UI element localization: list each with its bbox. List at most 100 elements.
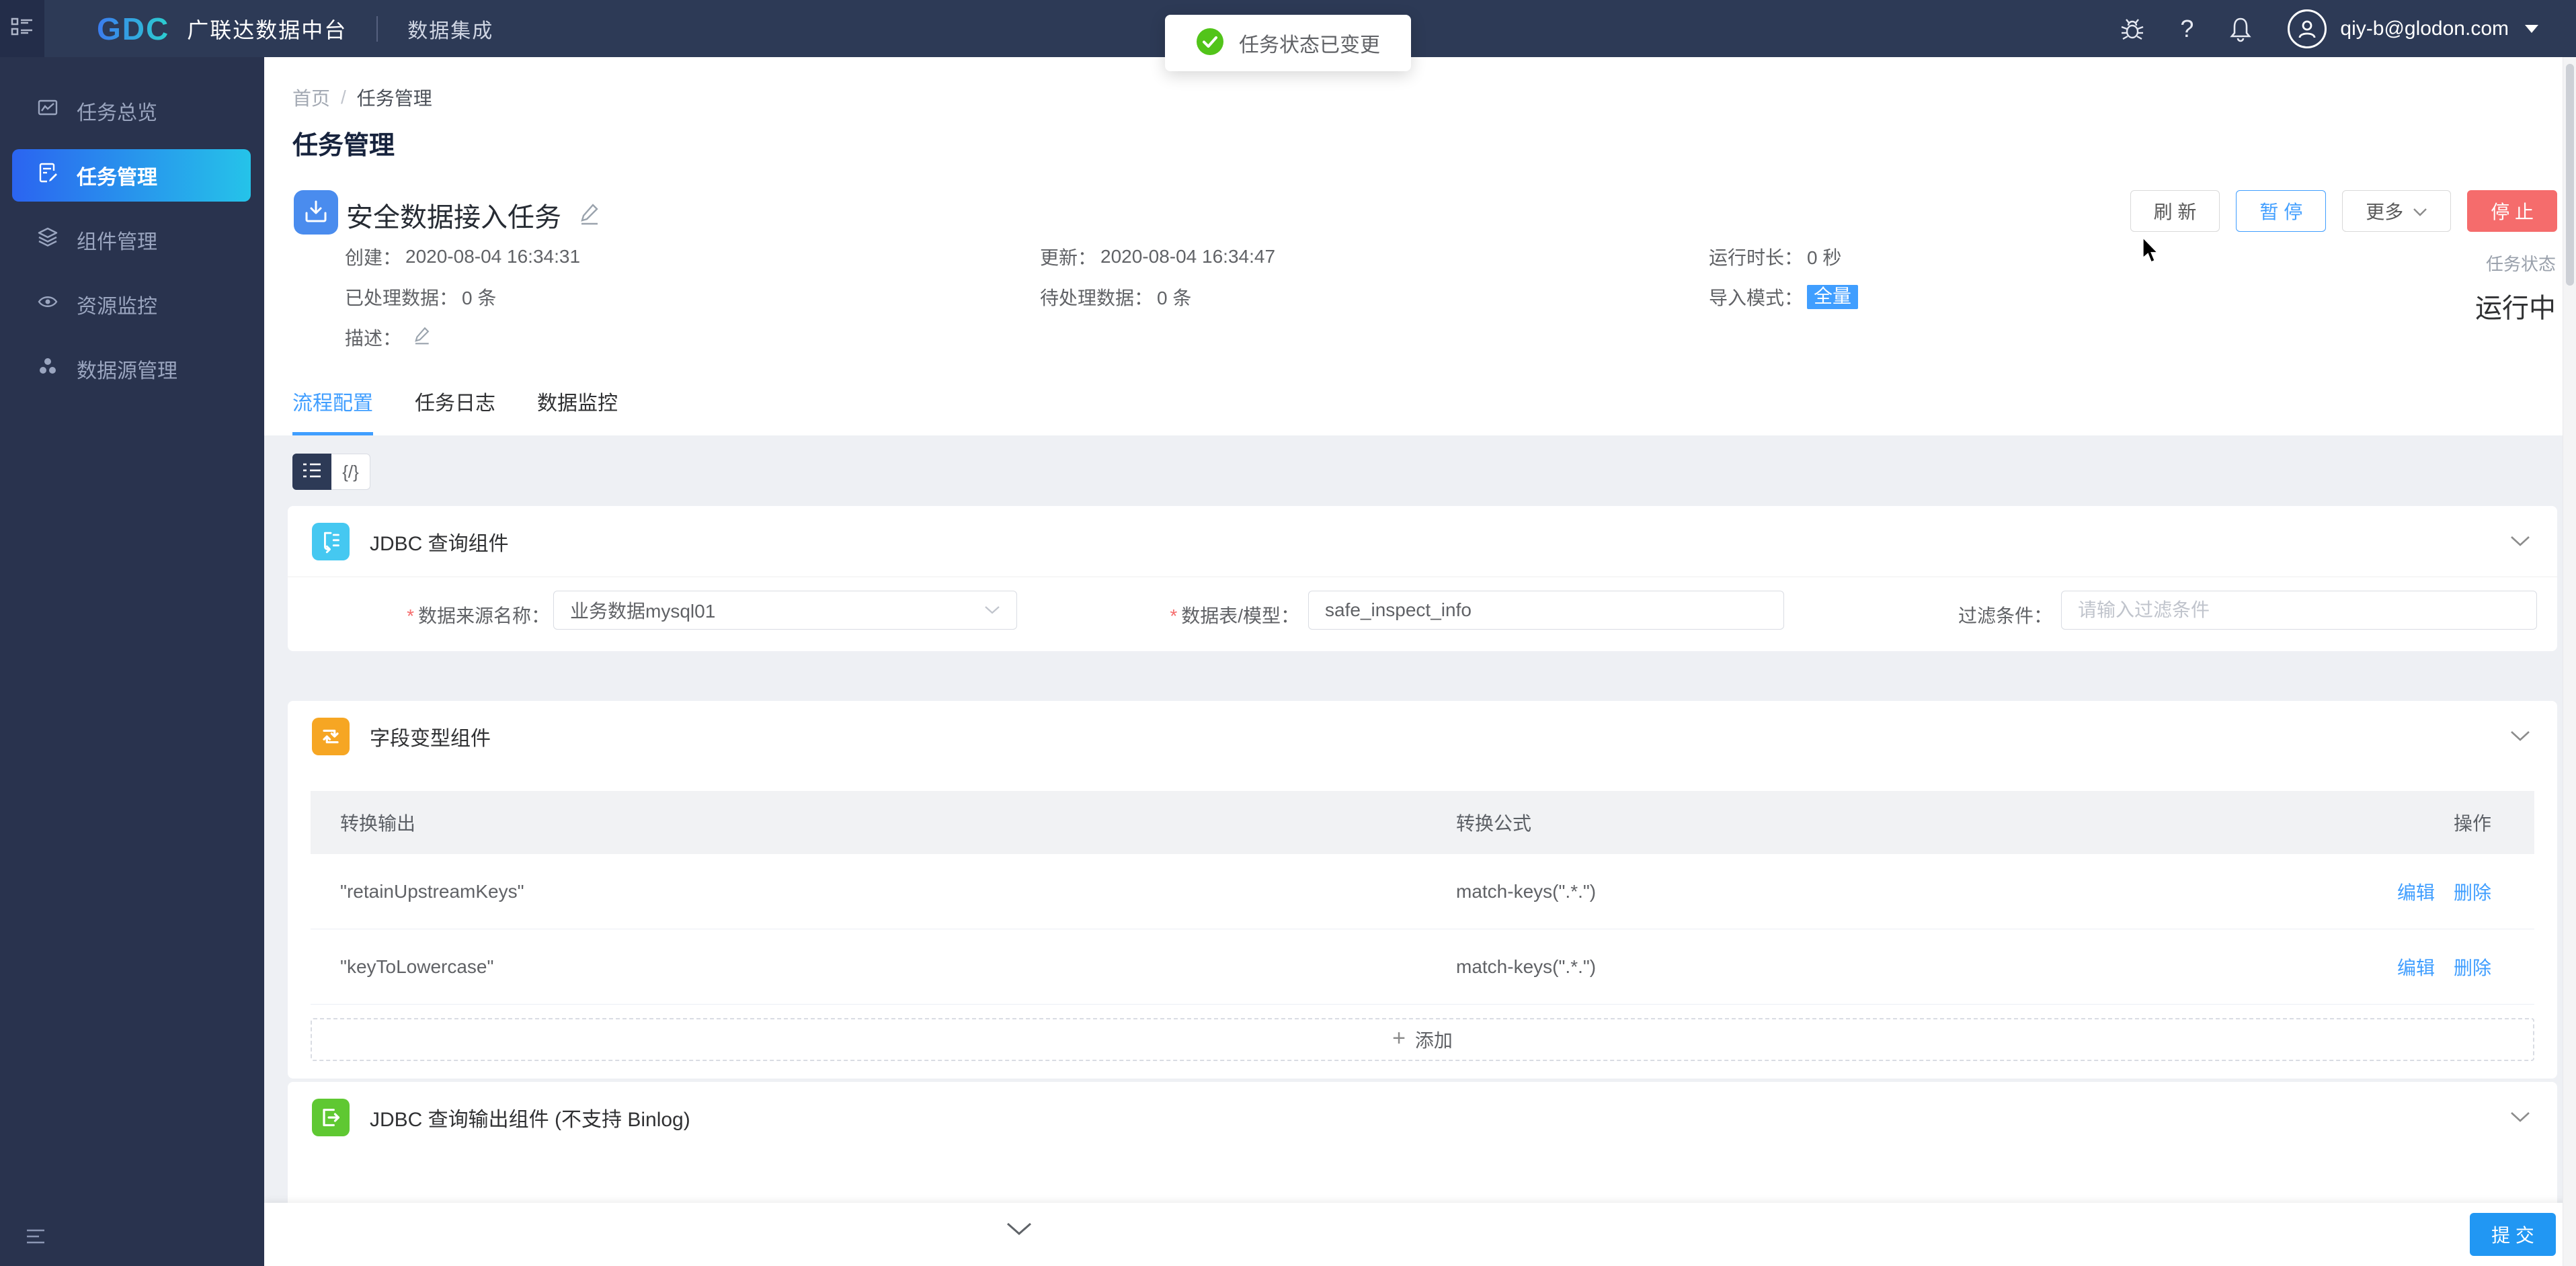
- jdbc-output-card-title: JDBC 查询输出组件 (不支持 Binlog): [370, 1103, 690, 1132]
- app-switcher-button[interactable]: [0, 0, 44, 57]
- user-caret-icon: [2525, 25, 2538, 33]
- topbar-right: ? qiy-b@glodon.com: [2120, 9, 2576, 48]
- jdbc-output-card: JDBC 查询输出组件 (不支持 Binlog): [288, 1082, 2557, 1216]
- filter-condition-input[interactable]: [2061, 591, 2537, 630]
- list-view-toggle-button[interactable]: [292, 454, 331, 490]
- toast-message: 任务状态已变更: [1165, 15, 1411, 71]
- jdbc-query-form: *数据来源名称： 业务数据mysql01 *数据表/模型： 过滤条件：: [288, 577, 2557, 650]
- tab-flow-config[interactable]: 流程配置: [292, 386, 373, 435]
- description-label: 描述：: [345, 324, 401, 351]
- refresh-button[interactable]: 刷 新: [2130, 190, 2220, 232]
- processed-value: 0 条: [462, 284, 496, 310]
- table-row: "retainUpstreamKeys" match-keys(".*.") 编…: [311, 854, 2534, 929]
- table-model-label: *数据表/模型：: [1148, 601, 1299, 628]
- bug-report-icon[interactable]: [2120, 16, 2145, 42]
- transform-table: 转换输出 转换公式 操作 "retainUpstreamKeys" match-…: [311, 791, 2534, 1005]
- stop-button[interactable]: 停 止: [2467, 190, 2557, 232]
- sidebar-item-label: 资源监控: [77, 290, 157, 319]
- sidebar-item-resource-monitor[interactable]: 资源监控: [0, 272, 264, 337]
- sidebar-item-label: 组件管理: [77, 225, 157, 255]
- task-info-column-2: 更新： 2020-08-04 16:34:47 待处理数据： 0 条: [1040, 245, 1275, 308]
- tab-data-monitor[interactable]: 数据监控: [537, 386, 618, 435]
- task-action-buttons: 刷 新 暂 停 更多 停 止: [2130, 190, 2557, 232]
- detail-tabs: 流程配置 任务日志 数据监控: [292, 386, 618, 435]
- chevron-down-icon: [2413, 200, 2427, 222]
- transform-table-header: 转换输出 转换公式 操作: [311, 791, 2534, 854]
- row-actions: 编辑 删除: [2330, 954, 2534, 980]
- app-grid-icon: [11, 17, 34, 40]
- jdbc-output-card-header: JDBC 查询输出组件 (不支持 Binlog): [288, 1082, 2557, 1153]
- view-toggle-group: {/}: [292, 454, 370, 490]
- topbar-divider: [376, 16, 378, 42]
- delete-link[interactable]: 删除: [2454, 954, 2491, 980]
- edit-link[interactable]: 编辑: [2397, 878, 2435, 905]
- sidebar: 任务总览 任务管理 组件管理: [0, 57, 264, 1266]
- column-header-formula: 转换公式: [1456, 809, 2330, 836]
- collapse-chevron-icon[interactable]: [2510, 730, 2530, 743]
- runtime-value: 0 秒: [1807, 243, 1841, 270]
- filter-condition-label: 过滤条件：: [1955, 601, 2052, 628]
- column-header-actions: 操作: [2330, 809, 2534, 836]
- jdbc-output-component-icon: [312, 1099, 350, 1136]
- add-transform-button[interactable]: + 添加: [311, 1018, 2534, 1061]
- toast-text: 任务状态已变更: [1239, 28, 1380, 58]
- sidebar-item-datasource-management[interactable]: 数据源管理: [0, 337, 264, 401]
- task-name: 安全数据接入任务: [346, 196, 561, 235]
- sidebar-item-task-management[interactable]: 任务管理: [12, 149, 251, 202]
- task-info-column-1: 创建： 2020-08-04 16:34:31 已处理数据： 0 条 描述：: [345, 245, 580, 349]
- sidebar-collapse-button[interactable]: [26, 1228, 46, 1249]
- breadcrumb-home[interactable]: 首页: [292, 84, 330, 111]
- row-actions: 编辑 删除: [2330, 878, 2534, 905]
- submit-button[interactable]: 提 交: [2470, 1213, 2556, 1256]
- row-output-value: "keyToLowercase": [311, 956, 1456, 978]
- datasource-select-value: 业务数据mysql01: [570, 597, 715, 624]
- datasource-name-label: *数据来源名称：: [375, 601, 550, 628]
- collapse-chevron-icon[interactable]: [2510, 536, 2530, 548]
- processed-row: 已处理数据： 0 条: [345, 286, 580, 308]
- edit-task-name-icon[interactable]: [577, 202, 600, 229]
- more-button[interactable]: 更多: [2342, 190, 2451, 232]
- filter-condition-label-text: 过滤条件：: [1958, 605, 2052, 626]
- vertical-scrollbar[interactable]: [2563, 57, 2576, 1266]
- layers-icon: [38, 227, 58, 253]
- pause-button[interactable]: 暂 停: [2236, 190, 2326, 232]
- sidebar-item-label: 数据源管理: [77, 354, 177, 384]
- topnav-data-integration[interactable]: 数据集成: [407, 14, 493, 44]
- task-info-column-3: 运行时长： 0 秒 导入模式： 全量: [1709, 245, 1858, 308]
- table-row: "keyToLowercase" match-keys(".*.") 编辑 删除: [311, 929, 2534, 1005]
- created-row: 创建： 2020-08-04 16:34:31: [345, 245, 580, 268]
- edit-description-icon[interactable]: [412, 325, 431, 350]
- task-import-icon: [294, 190, 338, 235]
- scrollbar-thumb[interactable]: [2566, 64, 2574, 286]
- chart-icon: [38, 98, 58, 124]
- task-header-section: 首页 / 任务管理 任务管理 安全数据接入任务: [264, 57, 2576, 435]
- collapse-panel-chevron-icon[interactable]: [1006, 1222, 1033, 1240]
- row-formula-value: match-keys(".*."): [1456, 881, 2330, 902]
- list-view-icon: [302, 462, 322, 482]
- collapse-chevron-icon[interactable]: [2510, 1111, 2530, 1124]
- pending-label: 待处理数据：: [1040, 284, 1153, 310]
- jdbc-query-card: JDBC 查询组件 *数据来源名称： 业务数据mysql01 *数据表/模型： …: [288, 506, 2557, 651]
- created-value: 2020-08-04 16:34:31: [405, 246, 580, 267]
- sidebar-item-component-management[interactable]: 组件管理: [0, 208, 264, 272]
- brand[interactable]: GDC 广联达数据中台: [97, 11, 347, 47]
- tab-task-logs[interactable]: 任务日志: [415, 386, 495, 435]
- help-icon[interactable]: ?: [2180, 15, 2193, 43]
- table-model-label-text: 数据表/模型：: [1181, 605, 1299, 626]
- sidebar-item-task-overview[interactable]: 任务总览: [0, 79, 264, 143]
- field-transform-card: 字段变型组件 转换输出 转换公式 操作 "retainUpstreamKeys"…: [288, 701, 2557, 1079]
- edit-link[interactable]: 编辑: [2397, 954, 2435, 980]
- field-transform-card-header: 字段变型组件: [288, 701, 2557, 772]
- datasource-select[interactable]: 业务数据mysql01: [553, 591, 1017, 630]
- table-model-input[interactable]: [1308, 591, 1784, 630]
- pending-value: 0 条: [1157, 284, 1191, 310]
- eye-icon: [38, 292, 58, 317]
- created-label: 创建：: [345, 243, 401, 270]
- user-menu[interactable]: qiy-b@glodon.com: [2288, 9, 2538, 48]
- select-caret-icon: [984, 605, 1000, 615]
- required-star: *: [1170, 605, 1177, 626]
- code-view-toggle-button[interactable]: {/}: [331, 454, 370, 490]
- screen: GDC 广联达数据中台 数据集成 ?: [0, 0, 2576, 1266]
- notification-bell-icon[interactable]: [2228, 15, 2253, 42]
- delete-link[interactable]: 删除: [2454, 878, 2491, 905]
